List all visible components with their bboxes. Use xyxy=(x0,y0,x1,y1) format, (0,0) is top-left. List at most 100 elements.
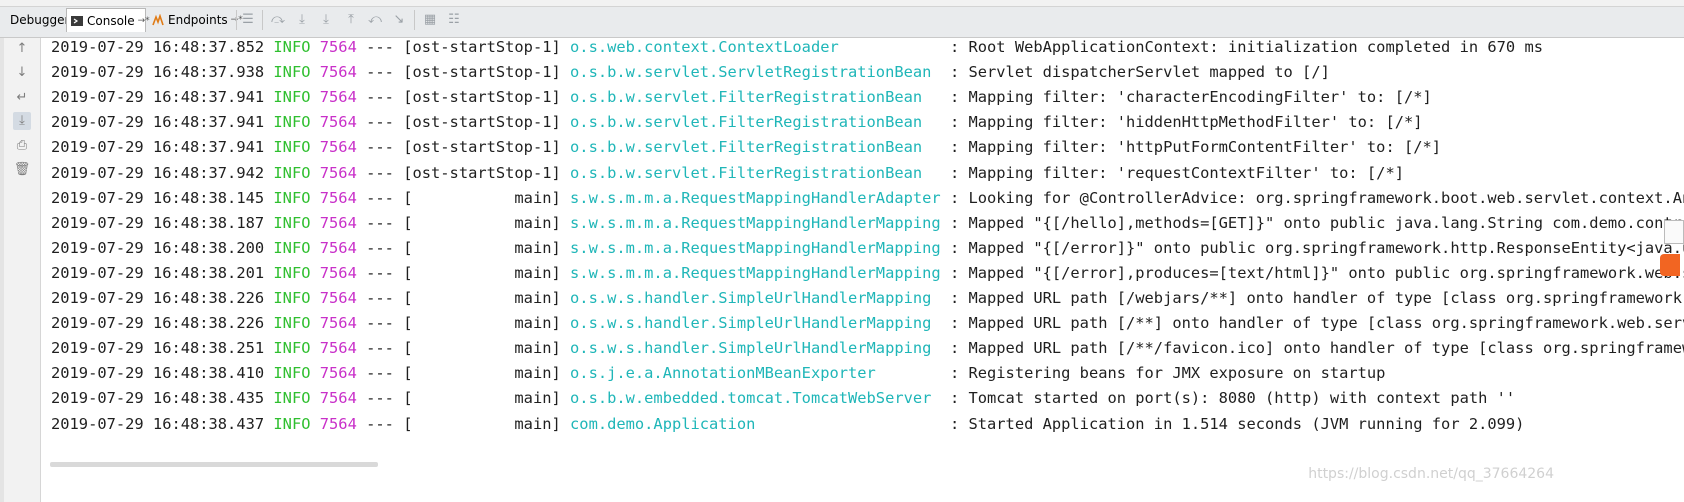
log-logger: s.w.s.m.m.a.RequestMappingHandlerMapping xyxy=(570,238,941,257)
drop-frame-icon[interactable]: ⤺ xyxy=(366,11,384,29)
log-timestamp: 2019-07-29 16:48:38.187 xyxy=(51,213,265,232)
log-level: INFO xyxy=(273,38,311,56)
evaluate-icon[interactable]: ▦ xyxy=(421,11,439,29)
log-logger: o.s.j.e.a.AnnotationMBeanExporter xyxy=(570,364,941,383)
log-pid: 7564 xyxy=(319,414,357,433)
log-timestamp: 2019-07-29 16:48:37.941 xyxy=(51,113,265,132)
log-level: INFO xyxy=(273,364,311,383)
log-level: INFO xyxy=(273,188,311,207)
log-timestamp: 2019-07-29 16:48:38.201 xyxy=(51,263,265,282)
log-separator: --- xyxy=(366,63,394,82)
log-separator: --- xyxy=(366,88,394,107)
log-thread: [ main] xyxy=(403,289,561,307)
log-line: 2019-07-29 16:48:38.226 INFO 7564 --- [ … xyxy=(51,286,1684,311)
log-pid: 7564 xyxy=(319,339,357,358)
log-pid: 7564 xyxy=(319,188,357,207)
log-separator: --- xyxy=(366,38,394,56)
log-logger: s.w.s.m.m.a.RequestMappingHandlerAdapter xyxy=(570,188,941,207)
down-arrow-icon[interactable]: ↓ xyxy=(13,64,31,82)
log-separator: --- xyxy=(366,339,394,358)
log-thread: [ost-startStop-1] xyxy=(403,88,561,107)
log-thread: [ost-startStop-1] xyxy=(403,63,561,82)
log-timestamp: 2019-07-29 16:48:38.226 xyxy=(51,289,265,307)
scroll-to-end-icon[interactable]: ⤓ xyxy=(13,112,31,130)
watermark: https://blog.csdn.net/qq_37664264 xyxy=(1308,466,1554,482)
menu-icon[interactable]: ☰ xyxy=(239,11,257,29)
log-line: 2019-07-29 16:48:37.852 INFO 7564 --- [o… xyxy=(51,38,1543,60)
log-thread: [ main] xyxy=(403,414,561,433)
run-to-cursor-icon[interactable]: ↘ xyxy=(390,11,408,29)
log-level: INFO xyxy=(273,314,311,333)
log-timestamp: 2019-07-29 16:48:38.437 xyxy=(51,414,265,433)
log-separator: --- xyxy=(366,414,394,433)
log-message: : Root WebApplicationContext: initializa… xyxy=(949,38,1543,56)
log-level: INFO xyxy=(273,88,311,107)
tab-console[interactable]: Console →* xyxy=(66,8,150,32)
step-over-icon[interactable]: ⤼ xyxy=(269,11,287,29)
force-step-into-icon[interactable]: ⤓ xyxy=(317,11,335,29)
log-message: : Looking for @ControllerAdvice: org.spr… xyxy=(949,188,1684,207)
log-message: : Tomcat started on port(s): 8080 (http)… xyxy=(949,389,1516,408)
log-separator: --- xyxy=(366,138,394,157)
console-output[interactable]: 2019-07-29 16:48:37.852 INFO 7564 --- [o… xyxy=(41,38,1684,466)
log-thread: [ main] xyxy=(403,213,561,232)
up-arrow-icon[interactable]: ↑ xyxy=(13,40,31,58)
log-line: 2019-07-29 16:48:38.187 INFO 7564 --- [ … xyxy=(51,211,1684,236)
log-separator: --- xyxy=(366,213,394,232)
log-level: INFO xyxy=(273,213,311,232)
log-thread: [ost-startStop-1] xyxy=(403,113,561,132)
log-timestamp: 2019-07-29 16:48:37.941 xyxy=(51,138,265,157)
log-pid: 7564 xyxy=(319,38,357,56)
log-pid: 7564 xyxy=(319,314,357,333)
log-level: INFO xyxy=(273,113,311,132)
log-logger: s.w.s.m.m.a.RequestMappingHandlerMapping xyxy=(570,263,941,282)
log-separator: --- xyxy=(366,289,394,307)
log-pid: 7564 xyxy=(319,63,357,82)
log-line: 2019-07-29 16:48:38.201 INFO 7564 --- [ … xyxy=(51,261,1684,286)
log-logger: com.demo.Application xyxy=(570,414,941,433)
scrollbar-thumb[interactable] xyxy=(50,462,378,467)
print-icon[interactable]: ⎙ xyxy=(13,137,31,155)
log-logger: o.s.b.w.embedded.tomcat.TomcatWebServer xyxy=(570,389,941,408)
log-level: INFO xyxy=(273,163,311,182)
step-into-icon[interactable]: ⤓ xyxy=(293,11,311,29)
log-separator: --- xyxy=(366,163,394,182)
log-line: 2019-07-29 16:48:37.941 INFO 7564 --- [o… xyxy=(51,135,1441,160)
log-message: : Mapped URL path [/**] onto handler of … xyxy=(949,314,1684,333)
tab-debugger[interactable]: Debugger xyxy=(6,8,73,32)
tab-console-label: Console xyxy=(87,13,135,28)
log-logger: o.s.w.s.handler.SimpleUrlHandlerMapping xyxy=(570,339,941,358)
trace-icon[interactable]: ☷ xyxy=(445,11,463,29)
log-level: INFO xyxy=(273,63,311,82)
tab-endpoints-label: Endpoints xyxy=(168,13,228,27)
log-thread: [ main] xyxy=(403,364,561,383)
log-timestamp: 2019-07-29 16:48:38.251 xyxy=(51,339,265,358)
log-message: : Registering beans for JMX exposure on … xyxy=(949,364,1386,383)
log-logger: o.s.b.w.servlet.FilterRegistrationBean xyxy=(570,163,941,182)
log-pid: 7564 xyxy=(319,113,357,132)
clear-icon[interactable]: 🗑 xyxy=(13,161,31,179)
log-timestamp: 2019-07-29 16:48:38.226 xyxy=(51,314,265,333)
step-out-icon[interactable]: ⤒ xyxy=(342,11,360,29)
log-message: : Mapped URL path [/webjars/**] onto han… xyxy=(949,289,1684,307)
log-level: INFO xyxy=(273,238,311,257)
gutter-marker xyxy=(1664,220,1684,244)
log-level: INFO xyxy=(273,414,311,433)
log-level: INFO xyxy=(273,339,311,358)
log-message: : Mapping filter: 'characterEncodingFilt… xyxy=(949,88,1432,107)
log-line: 2019-07-29 16:48:38.435 INFO 7564 --- [ … xyxy=(51,386,1515,411)
log-thread: [ost-startStop-1] xyxy=(403,163,561,182)
tab-endpoints[interactable]: Endpoints →* xyxy=(148,8,247,32)
toolbar-separator xyxy=(414,10,415,30)
log-pid: 7564 xyxy=(319,138,357,157)
log-pid: 7564 xyxy=(319,238,357,257)
log-timestamp: 2019-07-29 16:48:38.145 xyxy=(51,188,265,207)
log-thread: [ main] xyxy=(403,188,561,207)
log-line: 2019-07-29 16:48:38.410 INFO 7564 --- [ … xyxy=(51,361,1385,386)
csdn-badge-icon xyxy=(1660,254,1680,276)
toolbar-separator xyxy=(236,10,237,30)
log-timestamp: 2019-07-29 16:48:37.942 xyxy=(51,163,265,182)
log-message: : Mapped URL path [/**/favicon.ico] onto… xyxy=(949,339,1684,358)
log-line: 2019-07-29 16:48:38.437 INFO 7564 --- [ … xyxy=(51,412,1524,437)
soft-wrap-icon[interactable]: ↵ xyxy=(13,89,31,107)
